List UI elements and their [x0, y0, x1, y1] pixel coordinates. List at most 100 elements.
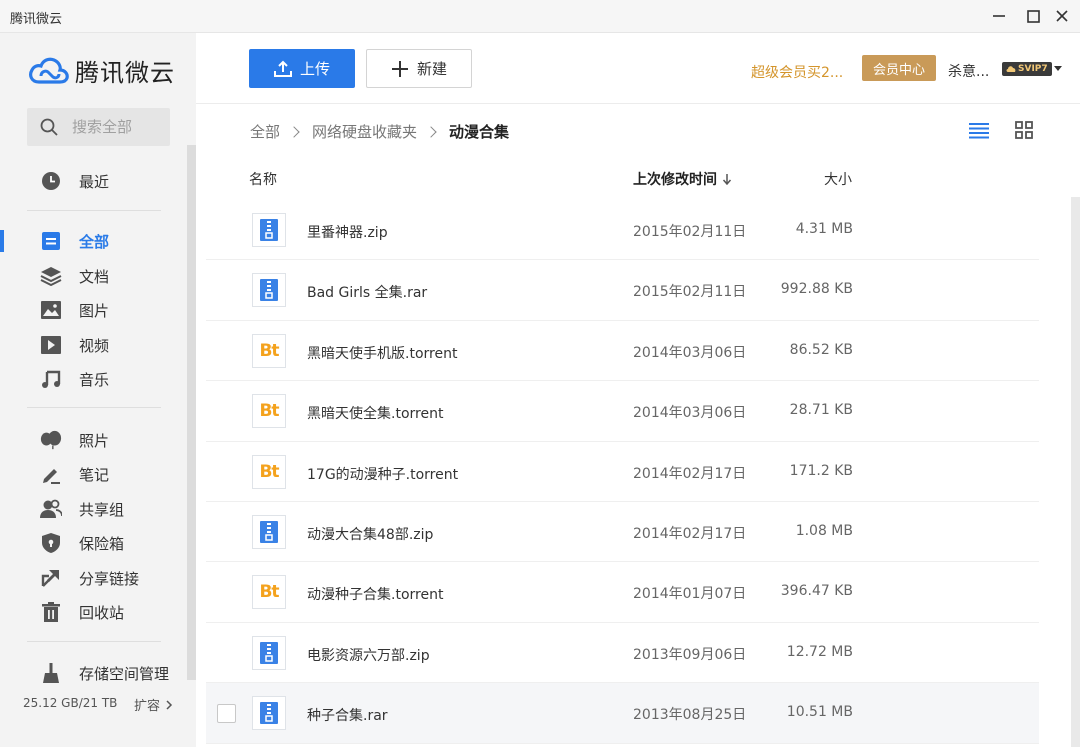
file-row[interactable]: Bt 黑暗天使手机版.torrent 2014年03月06日 86.52 KB [206, 321, 1039, 382]
maximize-button[interactable] [1019, 4, 1047, 28]
maximize-icon [1026, 9, 1040, 23]
breadcrumb-chevron-icon [425, 125, 437, 138]
file-modified: 2014年03月06日 [633, 405, 747, 422]
sidebar-item-recycle-bin[interactable]: 回收站 [0, 595, 187, 629]
sidebar-item-all[interactable]: 全部 [0, 224, 187, 258]
user-menu-caret-icon[interactable] [1054, 66, 1062, 71]
file-modified: 2014年03月06日 [633, 344, 747, 361]
sidebar-scrollbar[interactable] [187, 145, 196, 680]
expand-label: 扩容 [134, 699, 161, 714]
vip-promo-link[interactable]: 超级会员买2... [751, 62, 843, 82]
image-icon [40, 299, 62, 321]
file-name: 里番神器.zip [307, 225, 388, 241]
sidebar-item-label: 最近 [79, 172, 110, 191]
sidebar-item-label: 全部 [79, 232, 110, 251]
file-modified: 2013年08月25日 [633, 707, 747, 724]
sidebar-item-label: 存储空间管理 [79, 664, 170, 683]
close-icon [1056, 10, 1068, 22]
breadcrumb: 全部 网络硬盘收藏夹 动漫合集 [250, 121, 509, 142]
sidebar-item-images[interactable]: 图片 [0, 293, 187, 327]
sidebar-item-label: 文档 [79, 267, 110, 286]
file-name: 种子合集.rar [307, 708, 388, 725]
bt-torrent-icon: Bt [252, 454, 286, 489]
file-modified: 2014年01月07日 [633, 586, 747, 603]
plus-icon [391, 60, 408, 77]
column-header-name[interactable]: 名称 [249, 169, 277, 189]
file-row[interactable]: Bt 黑暗天使全集.torrent 2014年03月06日 28.71 KB [206, 381, 1039, 442]
sidebar-item-label: 音乐 [79, 370, 110, 389]
group-icon [40, 498, 62, 520]
column-header-size[interactable]: 大小 [824, 169, 852, 189]
file-row[interactable]: Bt 动漫种子合集.torrent 2014年01月07日 396.47 KB [206, 562, 1039, 623]
sidebar-item-label: 回收站 [79, 603, 125, 622]
toolbar-divider [196, 103, 1080, 104]
sidebar-item-videos[interactable]: 视频 [0, 328, 187, 362]
upload-button[interactable]: 上传 [249, 49, 355, 88]
sidebar: 腾讯微云 最近 全部 文档 图片 视频 [0, 33, 196, 747]
list-view-button[interactable] [969, 121, 989, 143]
sidebar-item-label: 保险箱 [79, 534, 125, 553]
bt-torrent-icon: Bt [252, 575, 286, 610]
share-icon [40, 567, 62, 589]
breadcrumb-item-all[interactable]: 全部 [250, 121, 280, 142]
username[interactable]: 杀意... [948, 61, 989, 81]
file-row[interactable]: 动漫大合集48部.zip 2014年02月17日 1.08 MB [206, 502, 1039, 563]
sidebar-item-recent[interactable]: 最近 [0, 164, 187, 198]
sort-down-arrow-icon [722, 174, 732, 185]
sidebar-item-photos[interactable]: 照片 [0, 423, 187, 457]
sidebar-item-share-links[interactable]: 分享链接 [0, 561, 187, 595]
file-row[interactable]: Bt 17G的动漫种子.torrent 2014年02月17日 171.2 KB [206, 442, 1039, 502]
file-row[interactable]: 种子合集.rar 2013年08月25日 10.51 MB [206, 683, 1039, 744]
file-size: 396.47 KB [780, 583, 853, 600]
search-box[interactable] [27, 108, 170, 146]
file-list-scrollbar[interactable] [1071, 197, 1080, 747]
sidebar-divider [27, 210, 161, 211]
list-view-icon [969, 123, 989, 139]
breadcrumb-item-favorites[interactable]: 网络硬盘收藏夹 [312, 121, 417, 142]
sidebar-item-documents[interactable]: 文档 [0, 259, 187, 293]
close-button[interactable] [1048, 4, 1076, 28]
file-row[interactable]: 里番神器.zip 2015年02月11日 4.31 MB [206, 200, 1039, 261]
file-name: 电影资源六万部.zip [307, 647, 430, 664]
sidebar-item-safe[interactable]: 保险箱 [0, 526, 187, 560]
file-name: 黑暗天使手机版.torrent [307, 345, 458, 362]
file-row[interactable]: 电影资源六万部.zip 2013年09月06日 12.72 MB [206, 623, 1039, 684]
file-name: 17G的动漫种子.torrent [307, 466, 459, 483]
upload-icon [273, 60, 292, 77]
sidebar-item-music[interactable]: 音乐 [0, 362, 187, 396]
zip-file-icon [252, 696, 286, 731]
new-button[interactable]: 新建 [366, 49, 472, 88]
file-size: 28.71 KB [789, 402, 853, 419]
clock-icon [40, 170, 62, 192]
stack-icon [40, 265, 62, 287]
trash-icon [40, 601, 62, 623]
search-input[interactable] [72, 118, 162, 136]
title-bar: 腾讯微云 [0, 0, 1080, 33]
chevron-right-icon [166, 699, 173, 710]
sidebar-item-storage[interactable]: 存储空间管理 [0, 656, 187, 690]
sidebar-item-share-group[interactable]: 共享组 [0, 492, 187, 526]
column-header-modified-label: 上次修改时间 [633, 172, 717, 188]
expand-storage-link[interactable]: 扩容 [134, 695, 174, 714]
search-icon [40, 118, 58, 136]
zip-file-icon [252, 514, 286, 549]
storage-usage: 25.12 GB/21 TB [23, 696, 118, 710]
breadcrumb-chevron-icon [288, 125, 300, 138]
sidebar-divider [27, 641, 161, 642]
column-header-modified[interactable]: 上次修改时间 [633, 169, 732, 189]
minimize-icon [993, 15, 1005, 17]
file-name: Bad Girls 全集.rar [307, 285, 428, 302]
svip-label: SVIP7 [1018, 64, 1048, 74]
file-size: 4.31 MB [795, 221, 853, 237]
file-modified: 2015年02月11日 [633, 224, 747, 240]
file-row[interactable]: Bad Girls 全集.rar 2015年02月11日 992.88 KB [206, 260, 1039, 321]
zip-file-icon [252, 213, 286, 247]
sidebar-item-notes[interactable]: 笔记 [0, 457, 187, 491]
minimize-button[interactable] [985, 4, 1013, 28]
file-list: 里番神器.zip 2015年02月11日 4.31 MB Bad Girls 全… [206, 200, 1039, 744]
sidebar-divider [27, 407, 161, 408]
member-center-button[interactable]: 会员中心 [862, 55, 936, 81]
grid-view-button[interactable] [1015, 121, 1033, 143]
file-select-checkbox[interactable] [217, 704, 236, 724]
play-icon [40, 334, 62, 356]
